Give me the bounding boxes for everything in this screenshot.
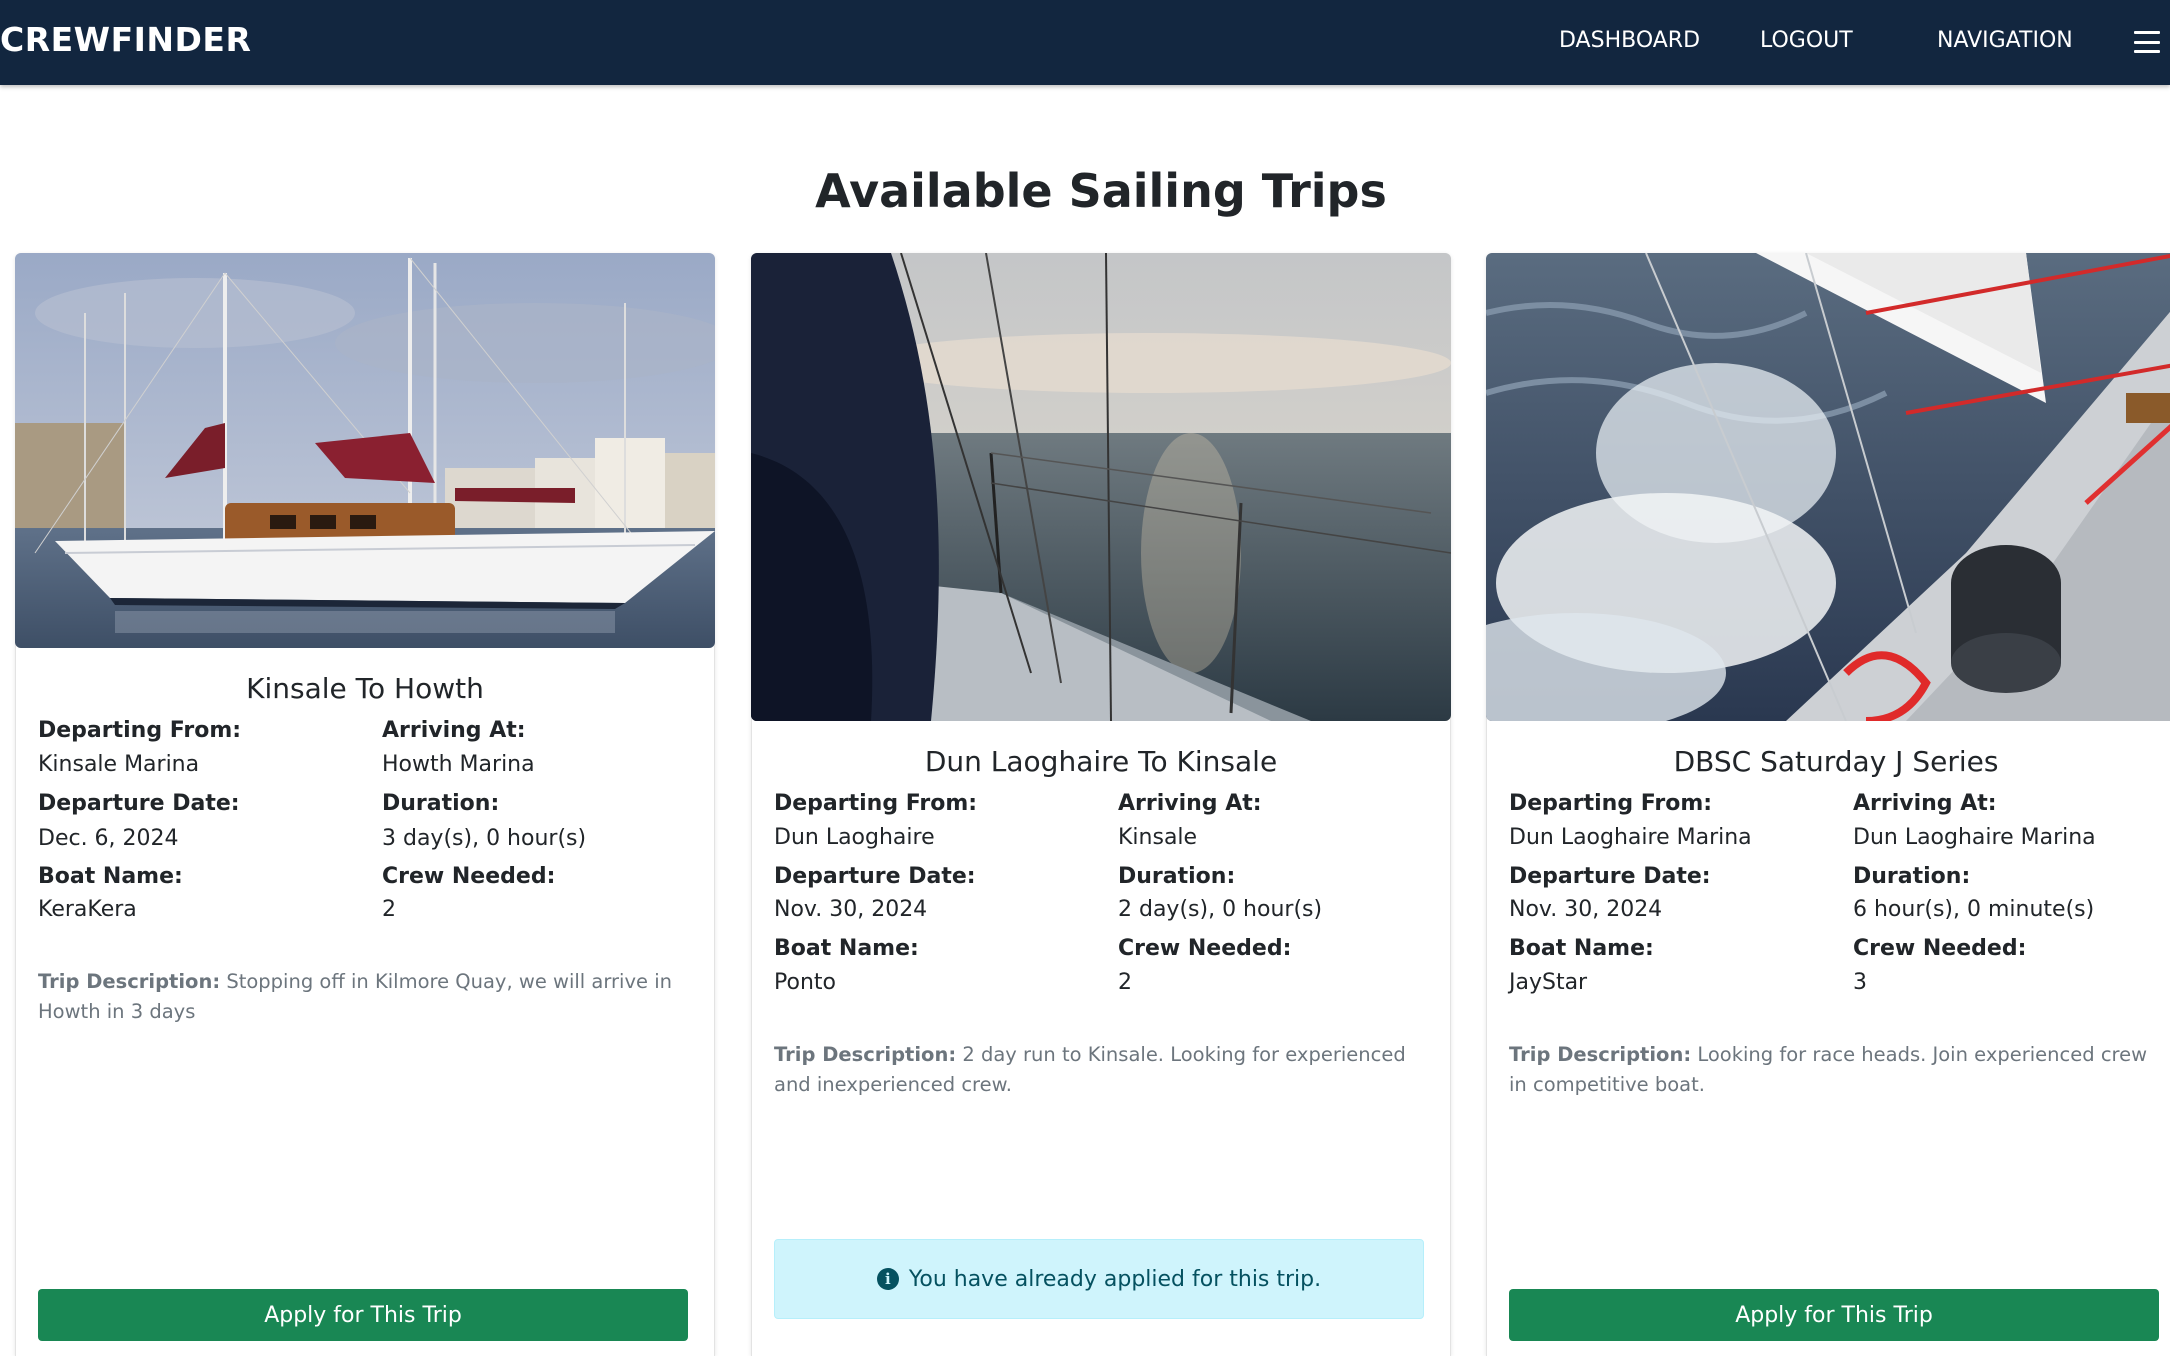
departure-date-value: Dec. 6, 2024 xyxy=(38,826,179,851)
boat-name-value: JayStar xyxy=(1509,970,1588,995)
boat-name-label: Boat Name: xyxy=(1509,936,1654,961)
boat-name-value: KeraKera xyxy=(38,897,137,922)
departing-from-value: Dun Laoghaire xyxy=(774,825,935,850)
departure-date-label: Departure Date: xyxy=(1509,864,1711,889)
departure-date-value: Nov. 30, 2024 xyxy=(774,897,928,922)
arriving-at-value: Dun Laoghaire Marina xyxy=(1853,825,2096,850)
nav-dashboard-link[interactable]: DASHBOARD xyxy=(1559,28,1700,53)
trip-card: Kinsale To Howth Departing From: Kinsale… xyxy=(15,253,715,1356)
duration-label: Duration: xyxy=(382,791,500,816)
trip-title: DBSC Saturday J Series xyxy=(1673,745,1999,778)
trip-image xyxy=(1486,253,2170,721)
departure-date-label: Departure Date: xyxy=(774,864,976,889)
boat-name-label: Boat Name: xyxy=(774,936,919,961)
trip-description-label: Trip Description: xyxy=(1509,1043,1692,1066)
arriving-at-label: Arriving At: xyxy=(382,718,526,743)
trip-description-label: Trip Description: xyxy=(38,970,221,993)
hamburger-menu-icon[interactable] xyxy=(2134,31,2160,53)
crew-needed-label: Crew Needed: xyxy=(1853,936,2027,961)
page-title: Available Sailing Trips xyxy=(815,164,1387,218)
nav-logout-link[interactable]: LOGOUT xyxy=(1760,28,1853,53)
crew-needed-value: 2 xyxy=(1118,970,1132,995)
trip-card: DBSC Saturday J Series Departing From: D… xyxy=(1486,253,2170,1356)
duration-value: 2 day(s), 0 hour(s) xyxy=(1118,897,1323,922)
apply-trip-button[interactable]: Apply for This Trip xyxy=(1509,1289,2159,1341)
duration-value: 3 day(s), 0 hour(s) xyxy=(382,826,587,851)
departure-date-label: Departure Date: xyxy=(38,791,240,816)
departing-from-label: Departing From: xyxy=(38,718,242,743)
departing-from-label: Departing From: xyxy=(774,791,978,816)
info-icon: i xyxy=(876,1268,899,1290)
boat-name-label: Boat Name: xyxy=(38,864,183,889)
trip-description-label: Trip Description: xyxy=(774,1043,957,1066)
duration-label: Duration: xyxy=(1853,864,1971,889)
departing-from-label: Departing From: xyxy=(1509,791,1713,816)
crew-needed-label: Crew Needed: xyxy=(382,864,556,889)
arriving-at-label: Arriving At: xyxy=(1118,791,1262,816)
trip-description: Trip Description: Stopping off in Kilmor… xyxy=(38,967,688,1027)
trip-title: Dun Laoghaire To Kinsale xyxy=(924,745,1278,778)
trip-image xyxy=(751,253,1451,721)
boat-name-value: Ponto xyxy=(774,970,836,995)
trip-title: Kinsale To Howth xyxy=(246,672,484,705)
departing-from-value: Dun Laoghaire Marina xyxy=(1509,825,1752,850)
trip-description: Trip Description: 2 day run to Kinsale. … xyxy=(774,1040,1424,1100)
trip-image xyxy=(15,253,715,648)
trip-description: Trip Description: Looking for race heads… xyxy=(1509,1040,2159,1100)
apply-trip-button[interactable]: Apply for This Trip xyxy=(38,1289,688,1341)
brand-logo[interactable]: CREWFINDER xyxy=(0,20,251,59)
departing-from-value: Kinsale Marina xyxy=(38,752,200,777)
duration-label: Duration: xyxy=(1118,864,1236,889)
nav-navigation-link[interactable]: NAVIGATION xyxy=(1937,28,2073,53)
arriving-at-value: Kinsale xyxy=(1118,825,1198,850)
trip-card: Dun Laoghaire To Kinsale Departing From:… xyxy=(751,253,1451,1356)
arriving-at-label: Arriving At: xyxy=(1853,791,1997,816)
top-navbar: CREWFINDER DASHBOARD LOGOUT NAVIGATION xyxy=(0,0,2170,85)
departure-date-value: Nov. 30, 2024 xyxy=(1509,897,1663,922)
crew-needed-label: Crew Needed: xyxy=(1118,936,1292,961)
crew-needed-value: 2 xyxy=(382,897,396,922)
crew-needed-value: 3 xyxy=(1853,970,1867,995)
already-applied-text: You have already applied for this trip. xyxy=(908,1266,1322,1292)
arriving-at-value: Howth Marina xyxy=(382,752,535,777)
already-applied-alert: i You have already applied for this trip… xyxy=(774,1239,1424,1319)
duration-value: 6 hour(s), 0 minute(s) xyxy=(1853,897,2095,922)
